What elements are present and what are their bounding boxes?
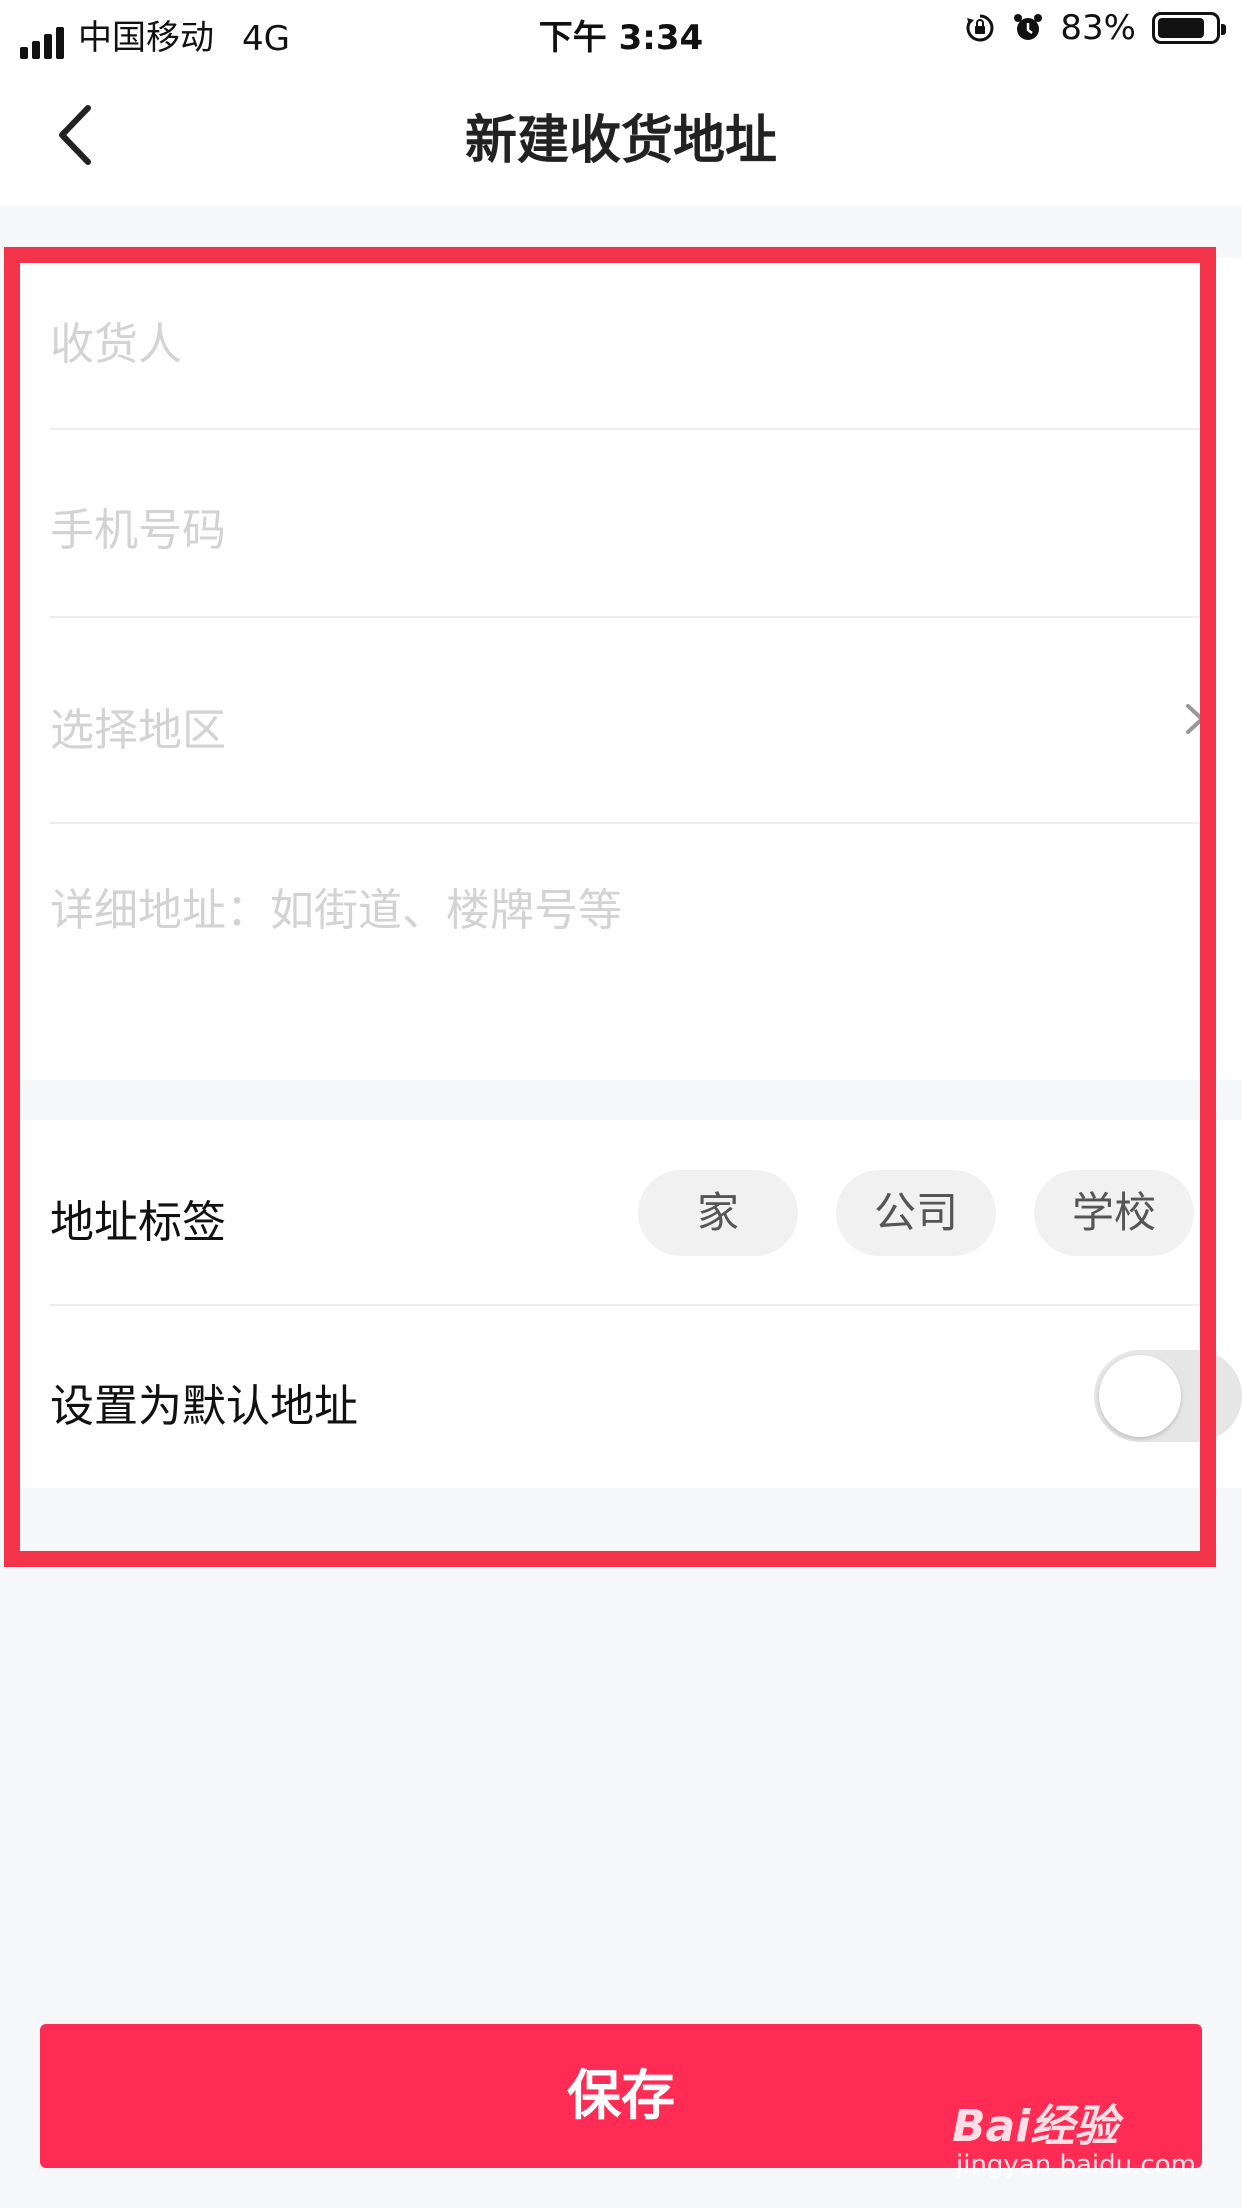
alarm-icon	[1014, 14, 1043, 40]
address-tag-label: 地址标签	[50, 1197, 226, 1248]
watermark-brand: Bai经验	[952, 2101, 1119, 2152]
status-bar: 中国移动 4G 下午 3:34 83%	[0, 0, 1242, 64]
watermark-url: jingyan.baidu.com	[956, 2150, 1196, 2180]
toggle-knob	[1099, 1355, 1181, 1437]
divider	[50, 1304, 1212, 1306]
battery-percent: 83%	[1060, 8, 1136, 48]
status-right: 83%	[964, 8, 1226, 48]
page-title: 新建收货地址	[464, 111, 777, 171]
phone-field[interactable]: 手机号码	[50, 430, 1212, 618]
recipient-field[interactable]: 收货人	[50, 258, 1212, 430]
recipient-placeholder: 收货人	[50, 319, 182, 370]
address-form: 收货人 手机号码 选择地区 详细地址：如街道、楼牌号等	[20, 258, 1242, 1080]
chevron-right-icon	[1186, 704, 1204, 734]
detail-address-placeholder: 详细地址：如街道、楼牌号等	[50, 885, 622, 936]
detail-address-field[interactable]: 详细地址：如街道、楼牌号等	[50, 824, 1212, 1080]
region-placeholder: 选择地区	[50, 705, 226, 756]
app-root: 中国移动 4G 下午 3:34 83% 新建收货地址 收货人 手机号码 选择地区…	[0, 0, 1242, 2208]
nav-bar: 新建收货地址	[0, 64, 1242, 206]
battery-icon	[1152, 12, 1226, 44]
tag-home[interactable]: 家	[638, 1170, 798, 1256]
tag-company[interactable]: 公司	[836, 1170, 996, 1256]
default-address-toggle[interactable]	[1094, 1350, 1242, 1442]
phone-placeholder: 手机号码	[50, 505, 226, 556]
address-options: 地址标签 家 公司 学校 设置为默认地址	[20, 1120, 1242, 1488]
tag-school[interactable]: 学校	[1034, 1170, 1194, 1256]
region-selector[interactable]: 选择地区	[50, 618, 1212, 824]
default-address-label: 设置为默认地址	[50, 1381, 358, 1432]
baidu-jingyan-watermark: Bai经验 jingyan.baidu.com	[952, 2070, 1232, 2190]
rotation-lock-icon	[966, 14, 994, 42]
